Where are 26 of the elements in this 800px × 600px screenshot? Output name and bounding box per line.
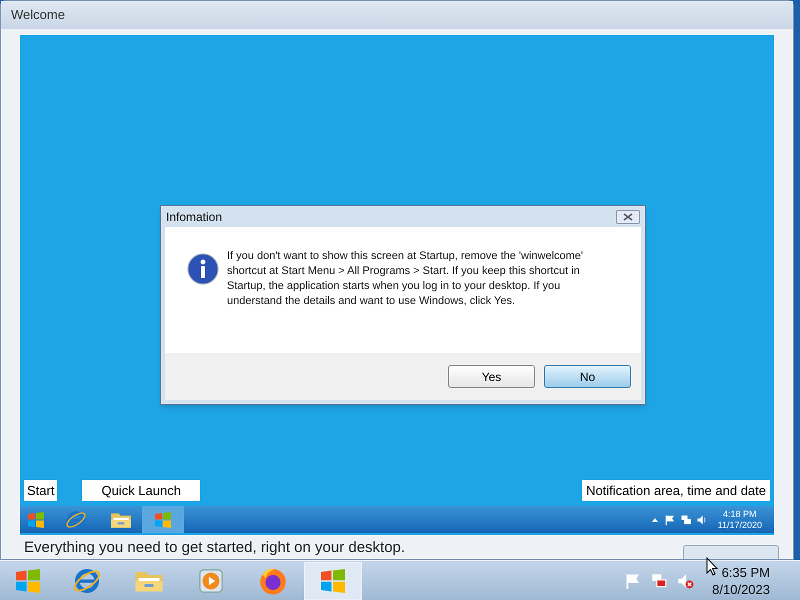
start-icon [26, 510, 46, 530]
clock-date: 11/17/2020 [718, 520, 762, 530]
dialog-message: If you don't want to show this screen at Startup, remove the 'winwelcome' shortcut at Start Menu > All Programs > Start. If you keep this shortcut in Startup, the application starts when you log in to your desktop. If you understand the details and want to use Windows, click Yes. [227, 249, 584, 309]
windows-icon [153, 510, 173, 530]
clock-time: 6:35 PM [722, 564, 770, 580]
network-icon[interactable] [650, 572, 668, 590]
info-icon [187, 253, 219, 285]
speaker-icon[interactable] [696, 514, 708, 526]
close-button[interactable] [616, 210, 640, 224]
show-hidden-icons-icon[interactable] [652, 518, 658, 522]
flag-icon[interactable] [664, 514, 676, 526]
dialog-button[interactable]: No [544, 365, 631, 388]
callout-label: Start [24, 480, 58, 501]
media-player-icon[interactable] [197, 566, 225, 594]
clock-date: 8/10/2023 [712, 580, 770, 598]
dialog-title: Infomation [166, 208, 222, 226]
callout-label: Notification area, time and date [582, 480, 770, 501]
window-title: Welcome [11, 6, 65, 24]
network-icon[interactable] [680, 514, 692, 526]
tagline: Everything you need to get started, right on your desktop. [24, 539, 406, 558]
mouse-cursor [706, 557, 718, 576]
dialog-button[interactable]: Yes [448, 365, 535, 388]
close-icon [623, 212, 633, 220]
clock-time: 4:18 PM [723, 508, 757, 520]
callout-label: Quick Launch [82, 480, 200, 501]
speaker-muted-icon[interactable] [676, 572, 694, 590]
